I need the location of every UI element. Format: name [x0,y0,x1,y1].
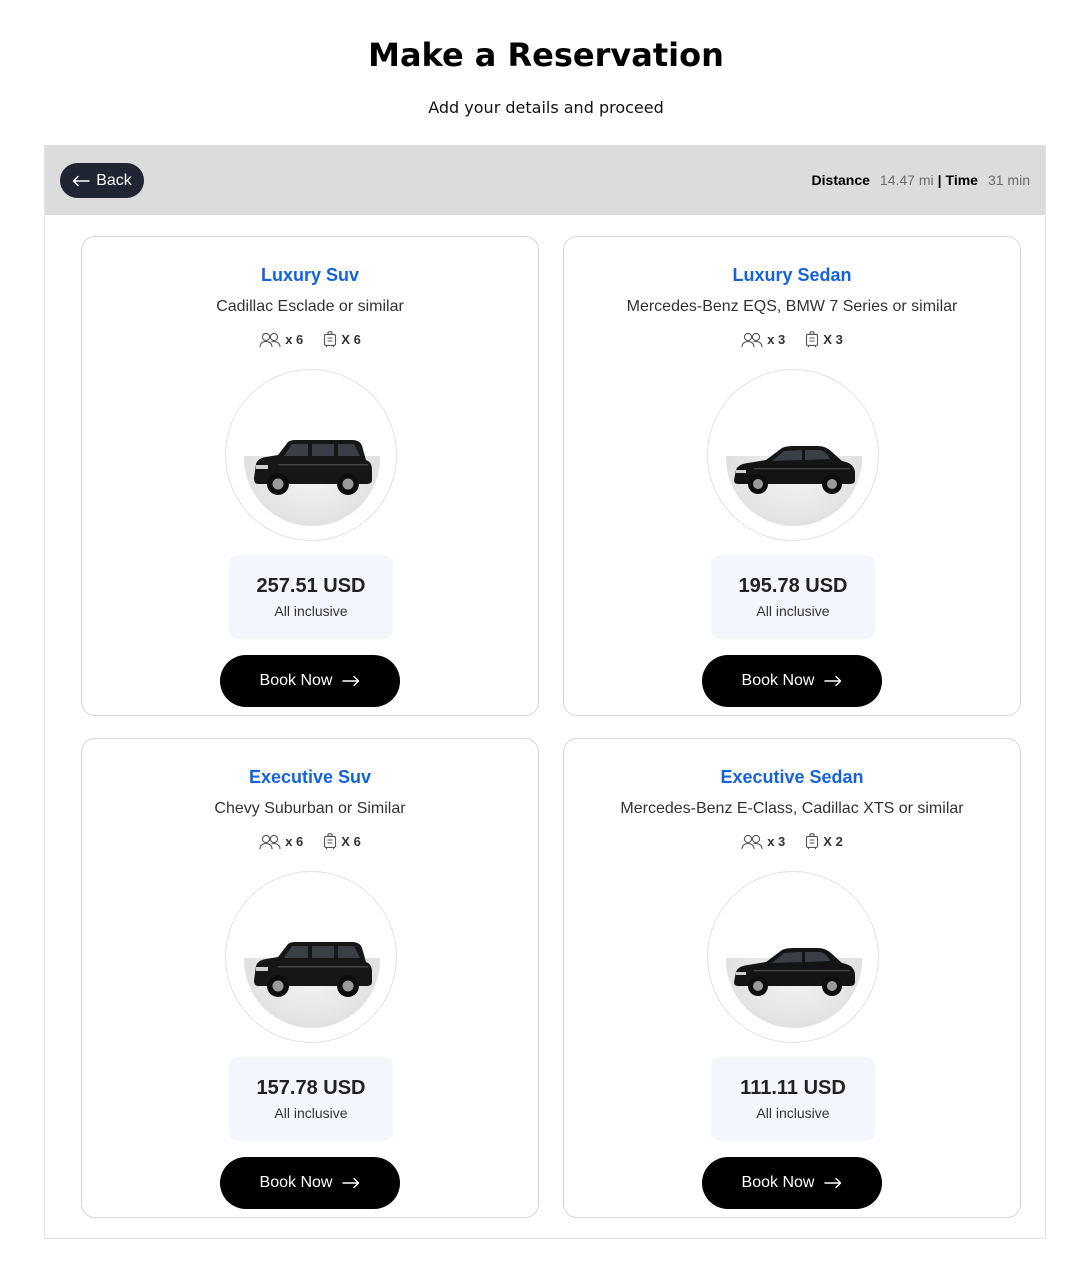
passenger-capacity: x 3 [741,834,785,850]
vehicle-image [707,871,879,1043]
passenger-count: x 6 [285,834,304,849]
page-title: Make a Reservation [368,36,724,74]
book-now-button[interactable]: Book Now [220,1157,400,1209]
vehicle-title: Luxury Sedan [732,265,852,285]
luggage-icon [806,833,819,850]
suv-car-icon [254,440,372,495]
book-now-label: Book Now [741,1174,815,1191]
price-note: All inclusive [756,603,830,619]
sedan-car-icon [734,446,855,494]
sedan-car-icon [734,948,855,996]
price-box: 195.78 USD All inclusive [711,555,875,639]
book-now-label: Book Now [259,1174,333,1191]
luggage-icon [324,331,337,348]
price-note: All inclusive [274,603,348,619]
price-note: All inclusive [756,1105,830,1121]
passengers-icon [741,834,763,849]
vehicle-capacity: x 3 X 3 [564,331,1020,348]
book-now-button[interactable]: Book Now [702,655,882,707]
trip-separator: | [937,172,942,188]
vehicle-capacity: x 6 X 6 [82,833,538,850]
vehicle-card: Luxury Sedan Mercedes-Benz EQS, BMW 7 Se… [563,236,1021,716]
passenger-capacity: x 6 [259,332,303,348]
vehicle-title: Executive Sedan [720,767,864,787]
book-now-button[interactable]: Book Now [702,1157,882,1209]
vehicle-model: Cadillac Esclade or similar [216,298,404,315]
arrow-right-icon [342,1177,360,1189]
vehicle-title: Luxury Suv [260,265,360,285]
price-value: 257.51 USD [256,575,366,597]
suv-car-icon [254,942,372,997]
vehicle-card: Executive Sedan Mercedes-Benz E-Class, C… [563,738,1021,1218]
passengers-icon [259,332,281,347]
page-subtitle: Add your details and proceed [428,98,664,117]
luggage-count: X 6 [341,332,361,347]
book-now-button[interactable]: Book Now [220,655,400,707]
arrow-right-icon [824,675,842,687]
vehicle-image [225,871,397,1043]
price-box: 257.51 USD All inclusive [229,555,393,639]
price-value: 195.78 USD [738,575,848,597]
vehicle-image [707,369,879,541]
book-now-label: Book Now [259,672,333,689]
distance-value: 14.47 mi [879,172,934,188]
passenger-count: x 3 [767,834,786,849]
vehicle-selection-panel: Back Distance 14.47 mi | Time 31 min Lux… [44,145,1046,1239]
back-button[interactable]: Back [60,163,144,198]
luggage-count: X 2 [823,834,843,849]
vehicle-title: Executive Suv [248,767,372,787]
trip-header: Back Distance 14.47 mi | Time 31 min [45,146,1045,215]
passenger-count: x 3 [767,332,786,347]
trip-summary: Distance 14.47 mi | Time 31 min [812,172,1030,188]
passenger-capacity: x 6 [259,834,303,850]
distance-label: Distance [811,172,870,188]
vehicle-model: Chevy Suburban or Similar [214,800,406,817]
passengers-icon [741,332,763,347]
arrow-left-icon [73,175,90,186]
luggage-capacity: X 3 [805,331,843,348]
time-value: 31 min [987,172,1030,188]
vehicle-model: Mercedes-Benz E-Class, Cadillac XTS or s… [620,800,964,817]
price-box: 111.11 USD All inclusive [711,1057,875,1141]
luggage-capacity: X 6 [323,331,361,348]
arrow-right-icon [824,1177,842,1189]
luggage-capacity: X 6 [323,833,361,850]
vehicle-card: Luxury Suv Cadillac Esclade or similar x… [81,236,539,716]
vehicle-card: Executive Suv Chevy Suburban or Similar … [81,738,539,1218]
luggage-count: X 3 [823,332,843,347]
vehicle-capacity: x 6 X 6 [82,331,538,348]
book-now-label: Book Now [741,672,815,689]
vehicle-model: Mercedes-Benz EQS, BMW 7 Series or simil… [626,298,958,315]
vehicle-capacity: x 3 X 2 [564,833,1020,850]
luggage-icon [324,833,337,850]
price-value: 157.78 USD [256,1077,366,1099]
price-note: All inclusive [274,1105,348,1121]
luggage-icon [806,331,819,348]
back-button-label: Back [96,171,132,189]
time-label: Time [945,172,978,188]
price-value: 111.11 USD [740,1077,846,1099]
passenger-count: x 6 [285,332,304,347]
luggage-count: X 6 [341,834,361,849]
arrow-right-icon [342,675,360,687]
passenger-capacity: x 3 [741,332,785,348]
luggage-capacity: X 2 [805,833,843,850]
passengers-icon [259,834,281,849]
vehicle-image [225,369,397,541]
price-box: 157.78 USD All inclusive [229,1057,393,1141]
